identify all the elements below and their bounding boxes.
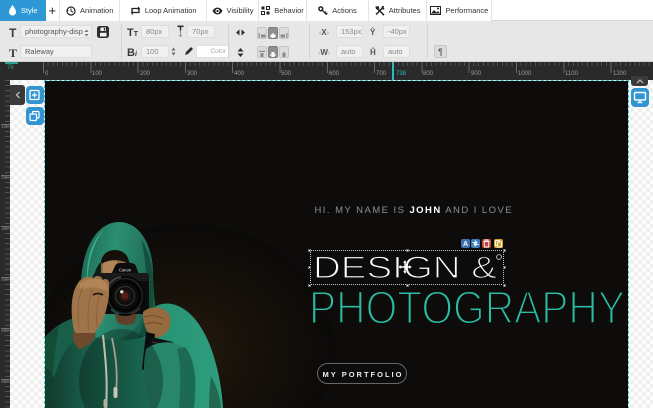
svg-text:PHOTOGRAPHY: PHOTOGRAPHY [309,281,625,333]
svg-text:A: A [462,241,467,248]
svg-text:Canon: Canon [118,267,131,272]
